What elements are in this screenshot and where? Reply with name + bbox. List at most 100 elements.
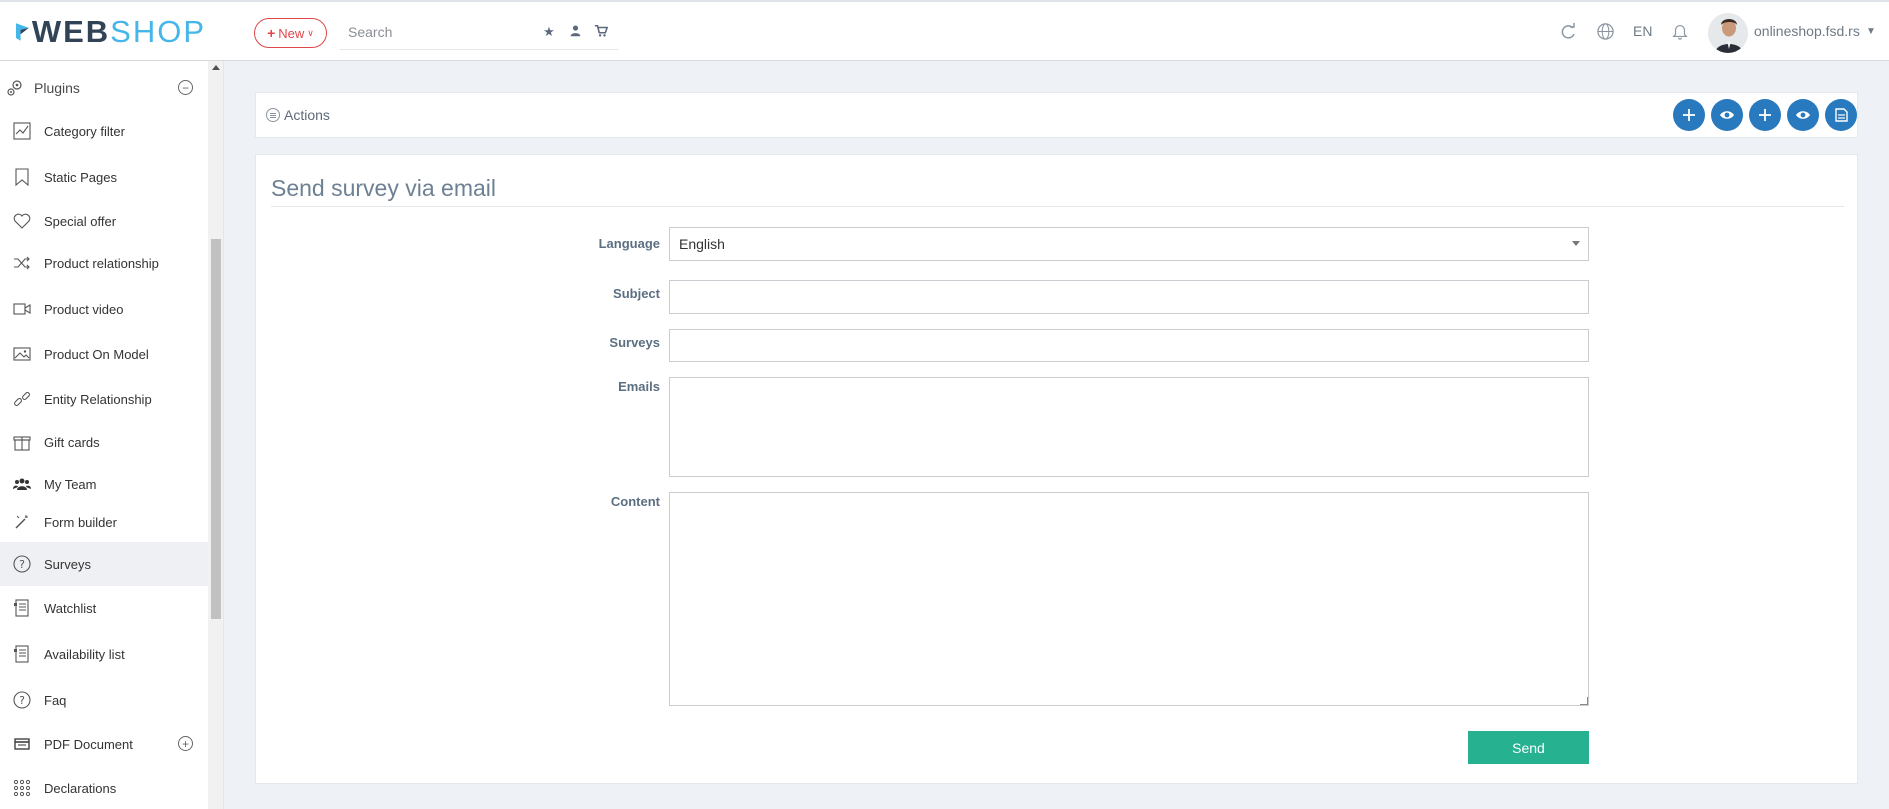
question-icon: ? bbox=[12, 690, 32, 710]
sidebar-item-product-relationship[interactable]: Product relationship bbox=[0, 241, 208, 285]
send-button[interactable]: Send bbox=[1468, 731, 1589, 764]
resize-handle-icon[interactable] bbox=[1580, 697, 1588, 705]
plus-icon bbox=[1683, 109, 1695, 121]
sidebar-item-label: Product video bbox=[44, 301, 124, 317]
video-icon bbox=[12, 299, 32, 319]
eye-icon bbox=[1796, 111, 1810, 119]
shop-name[interactable]: onlineshop.fsd.rs bbox=[1754, 23, 1860, 39]
sidebar-item-entity-relationship[interactable]: Entity Relationship bbox=[0, 377, 208, 421]
image-icon bbox=[12, 344, 32, 364]
sidebar-item-category-filter[interactable]: Category filter bbox=[0, 109, 208, 153]
sidebar-scrollbar[interactable] bbox=[208, 61, 224, 809]
chevron-down-icon: ∨ bbox=[307, 27, 314, 38]
sidebar-item-pdf-document[interactable]: PDF Document + bbox=[0, 722, 208, 766]
sidebar-item-label: Static Pages bbox=[44, 169, 117, 185]
top-header: WEBSHOP + New ∨ ★ EN onlineshop.fs bbox=[0, 0, 1889, 61]
sidebar-item-label: Availability list bbox=[44, 646, 125, 662]
eye-icon bbox=[1720, 111, 1734, 119]
emails-field[interactable] bbox=[669, 377, 1589, 477]
language-switcher[interactable]: EN bbox=[1633, 23, 1652, 39]
svg-text:?: ? bbox=[19, 694, 25, 707]
logo-text-web: WEB bbox=[31, 14, 111, 49]
actions-bar: Actions bbox=[255, 92, 1858, 138]
content-label: Content bbox=[610, 494, 660, 509]
user-icon[interactable] bbox=[567, 24, 583, 40]
collapse-icon[interactable]: − bbox=[178, 80, 193, 95]
sidebar: Plugins − Category filter Static Pages S… bbox=[0, 61, 208, 809]
plugins-icon bbox=[4, 77, 26, 99]
save-button[interactable] bbox=[1825, 99, 1857, 131]
actions-label: Actions bbox=[284, 107, 330, 123]
caret-down-icon[interactable]: ▼ bbox=[1866, 26, 1876, 37]
scrollbar-thumb[interactable] bbox=[211, 239, 221, 619]
sidebar-item-static-pages[interactable]: Static Pages bbox=[0, 155, 208, 199]
view-button[interactable] bbox=[1711, 99, 1743, 131]
sidebar-item-label: Gift cards bbox=[44, 434, 100, 450]
content-field[interactable] bbox=[669, 492, 1589, 706]
subject-field[interactable] bbox=[669, 280, 1589, 314]
refresh-icon[interactable] bbox=[1557, 22, 1579, 44]
language-select[interactable]: English bbox=[669, 227, 1589, 261]
sidebar-item-declarations[interactable]: Declarations bbox=[0, 766, 208, 809]
sidebar-item-watchlist[interactable]: Watchlist bbox=[0, 586, 208, 630]
new-button-label: New bbox=[278, 25, 305, 41]
sidebar-item-special-offer[interactable]: Special offer bbox=[0, 199, 208, 243]
grid-dots-icon bbox=[12, 778, 32, 798]
chart-icon bbox=[12, 121, 32, 141]
surveys-field[interactable] bbox=[669, 329, 1589, 362]
actions-menu[interactable]: Actions bbox=[266, 107, 330, 123]
expand-icon[interactable]: + bbox=[178, 736, 193, 751]
sidebar-item-label: My Team bbox=[44, 476, 97, 492]
divider bbox=[271, 206, 1844, 207]
language-label: Language bbox=[598, 236, 660, 251]
sidebar-item-label: PDF Document bbox=[44, 736, 133, 752]
surveys-label: Surveys bbox=[609, 335, 660, 350]
sidebar-section-plugins[interactable]: Plugins − bbox=[0, 73, 208, 103]
subject-label: Subject bbox=[613, 286, 660, 301]
avatar[interactable] bbox=[1708, 13, 1748, 53]
survey-email-panel: Send survey via email Language English S… bbox=[255, 154, 1858, 784]
gift-icon bbox=[12, 432, 32, 452]
logo-flag-icon bbox=[16, 23, 29, 41]
plus-icon: + bbox=[267, 25, 276, 41]
sidebar-item-product-video[interactable]: Product video bbox=[0, 287, 208, 331]
team-icon bbox=[12, 474, 32, 494]
webshop-logo[interactable]: WEBSHOP bbox=[16, 12, 206, 52]
add-button[interactable] bbox=[1673, 99, 1705, 131]
new-button[interactable]: + New ∨ bbox=[254, 18, 327, 48]
language-select-value: English bbox=[679, 236, 725, 252]
list-doc-icon bbox=[12, 644, 32, 664]
sidebar-section-label: Plugins bbox=[34, 80, 80, 96]
sidebar-item-label: Entity Relationship bbox=[44, 391, 152, 407]
sidebar-item-faq[interactable]: ? Faq bbox=[0, 678, 208, 722]
search-input[interactable] bbox=[340, 20, 530, 44]
sidebar-item-label: Form builder bbox=[44, 514, 117, 530]
question-icon: ? bbox=[12, 554, 32, 574]
list-doc-icon bbox=[12, 598, 32, 618]
sidebar-item-label: Watchlist bbox=[44, 600, 97, 616]
logo-text-shop: SHOP bbox=[110, 14, 206, 49]
save-icon bbox=[1835, 108, 1848, 122]
sidebar-item-label: Product On Model bbox=[44, 346, 149, 362]
add-button-2[interactable] bbox=[1749, 99, 1781, 131]
sidebar-item-label: Faq bbox=[44, 692, 67, 708]
cart-icon[interactable] bbox=[593, 24, 609, 40]
emails-label: Emails bbox=[618, 379, 660, 394]
sidebar-item-product-on-model[interactable]: Product On Model bbox=[0, 332, 208, 376]
star-icon[interactable]: ★ bbox=[541, 24, 557, 40]
sidebar-item-availability-list[interactable]: Availability list bbox=[0, 632, 208, 676]
link-icon bbox=[12, 389, 32, 409]
bookmark-icon bbox=[12, 167, 32, 187]
globe-icon[interactable] bbox=[1594, 22, 1616, 44]
card-icon bbox=[12, 734, 32, 754]
sidebar-item-form-builder[interactable]: Form builder bbox=[0, 500, 208, 544]
bell-icon[interactable] bbox=[1669, 22, 1691, 44]
caret-down-icon bbox=[1572, 241, 1580, 246]
sidebar-item-gift-cards[interactable]: Gift cards bbox=[0, 420, 208, 464]
page-title: Send survey via email bbox=[271, 175, 496, 201]
sidebar-item-label: Special offer bbox=[44, 213, 117, 229]
view-button-2[interactable] bbox=[1787, 99, 1819, 131]
scroll-up-icon[interactable] bbox=[212, 65, 220, 70]
sidebar-item-label: Category filter bbox=[44, 123, 125, 139]
sidebar-item-surveys[interactable]: ? Surveys bbox=[0, 542, 208, 586]
